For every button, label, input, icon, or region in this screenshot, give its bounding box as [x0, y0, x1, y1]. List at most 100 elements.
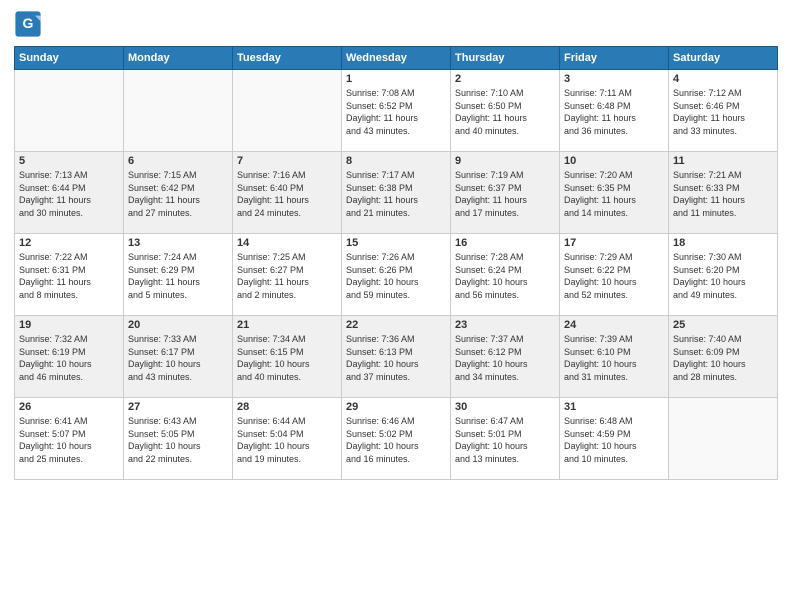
calendar-cell	[233, 70, 342, 152]
day-info: Sunrise: 7:21 AM Sunset: 6:33 PM Dayligh…	[673, 169, 773, 219]
day-info: Sunrise: 7:36 AM Sunset: 6:13 PM Dayligh…	[346, 333, 446, 383]
day-info: Sunrise: 6:48 AM Sunset: 4:59 PM Dayligh…	[564, 415, 664, 465]
calendar-cell: 3 Sunrise: 7:11 AM Sunset: 6:48 PM Daylig…	[560, 70, 669, 152]
day-number: 25	[673, 319, 773, 331]
calendar-cell: 14 Sunrise: 7:25 AM Sunset: 6:27 PM Dayli…	[233, 234, 342, 316]
day-number: 2	[455, 73, 555, 85]
calendar-week-4: 19Sunrise: 7:32 AM Sunset: 6:19 PM Dayli…	[15, 316, 778, 398]
calendar-cell: 4 Sunrise: 7:12 AM Sunset: 6:46 PM Daylig…	[669, 70, 778, 152]
day-info: Sunrise: 7:25 AM Sunset: 6:27 PM Dayligh…	[237, 251, 337, 301]
header: G	[14, 10, 778, 38]
day-number: 27	[128, 401, 228, 413]
day-number: 8	[346, 155, 446, 167]
day-info: Sunrise: 6:46 AM Sunset: 5:02 PM Dayligh…	[346, 415, 446, 465]
calendar-cell: 15 Sunrise: 7:26 AM Sunset: 6:26 PM Dayli…	[342, 234, 451, 316]
calendar-cell: 28Sunrise: 6:44 AM Sunset: 5:04 PM Dayli…	[233, 398, 342, 480]
day-info: Sunrise: 7:13 AM Sunset: 6:44 PM Dayligh…	[19, 169, 119, 219]
calendar-cell: 7 Sunrise: 7:16 AM Sunset: 6:40 PM Daylig…	[233, 152, 342, 234]
day-info: Sunrise: 7:33 AM Sunset: 6:17 PM Dayligh…	[128, 333, 228, 383]
day-number: 21	[237, 319, 337, 331]
calendar-header-row: SundayMondayTuesdayWednesdayThursdayFrid…	[15, 47, 778, 70]
day-number: 7	[237, 155, 337, 167]
day-number: 17	[564, 237, 664, 249]
day-info: Sunrise: 7:30 AM Sunset: 6:20 PM Dayligh…	[673, 251, 773, 301]
calendar-cell	[669, 398, 778, 480]
day-info: Sunrise: 7:19 AM Sunset: 6:37 PM Dayligh…	[455, 169, 555, 219]
day-number: 1	[346, 73, 446, 85]
day-number: 30	[455, 401, 555, 413]
calendar-cell: 22 Sunrise: 7:36 AM Sunset: 6:13 PM Dayli…	[342, 316, 451, 398]
calendar-cell: 31Sunrise: 6:48 AM Sunset: 4:59 PM Dayli…	[560, 398, 669, 480]
day-info: Sunrise: 7:10 AM Sunset: 6:50 PM Dayligh…	[455, 87, 555, 137]
calendar-cell: 10 Sunrise: 7:20 AM Sunset: 6:35 PM Dayli…	[560, 152, 669, 234]
calendar-week-1: 1Sunrise: 7:08 AM Sunset: 6:52 PM Daylig…	[15, 70, 778, 152]
calendar-cell: 30 Sunrise: 6:47 AM Sunset: 5:01 PM Dayli…	[451, 398, 560, 480]
day-info: Sunrise: 7:40 AM Sunset: 6:09 PM Dayligh…	[673, 333, 773, 383]
day-number: 29	[346, 401, 446, 413]
day-info: Sunrise: 7:37 AM Sunset: 6:12 PM Dayligh…	[455, 333, 555, 383]
day-number: 4	[673, 73, 773, 85]
calendar-week-5: 26 Sunrise: 6:41 AM Sunset: 5:07 PM Dayli…	[15, 398, 778, 480]
calendar-cell: 2 Sunrise: 7:10 AM Sunset: 6:50 PM Daylig…	[451, 70, 560, 152]
logo: G	[14, 10, 45, 38]
col-header-tuesday: Tuesday	[233, 47, 342, 70]
calendar-cell: 24Sunrise: 7:39 AM Sunset: 6:10 PM Dayli…	[560, 316, 669, 398]
day-info: Sunrise: 7:16 AM Sunset: 6:40 PM Dayligh…	[237, 169, 337, 219]
main-container: G SundayMondayTuesdayWednesdayThursdayFr…	[0, 0, 792, 612]
day-info: Sunrise: 6:43 AM Sunset: 5:05 PM Dayligh…	[128, 415, 228, 465]
col-header-saturday: Saturday	[669, 47, 778, 70]
day-info: Sunrise: 7:12 AM Sunset: 6:46 PM Dayligh…	[673, 87, 773, 137]
day-number: 3	[564, 73, 664, 85]
day-info: Sunrise: 7:28 AM Sunset: 6:24 PM Dayligh…	[455, 251, 555, 301]
calendar-cell: 19Sunrise: 7:32 AM Sunset: 6:19 PM Dayli…	[15, 316, 124, 398]
day-number: 11	[673, 155, 773, 167]
logo-icon: G	[14, 10, 42, 38]
calendar-cell: 29 Sunrise: 6:46 AM Sunset: 5:02 PM Dayli…	[342, 398, 451, 480]
day-number: 10	[564, 155, 664, 167]
day-info: Sunrise: 7:26 AM Sunset: 6:26 PM Dayligh…	[346, 251, 446, 301]
day-number: 22	[346, 319, 446, 331]
day-number: 14	[237, 237, 337, 249]
day-info: Sunrise: 7:22 AM Sunset: 6:31 PM Dayligh…	[19, 251, 119, 301]
day-info: Sunrise: 7:29 AM Sunset: 6:22 PM Dayligh…	[564, 251, 664, 301]
day-number: 24	[564, 319, 664, 331]
col-header-wednesday: Wednesday	[342, 47, 451, 70]
day-info: Sunrise: 7:32 AM Sunset: 6:19 PM Dayligh…	[19, 333, 119, 383]
day-number: 20	[128, 319, 228, 331]
calendar-cell: 26 Sunrise: 6:41 AM Sunset: 5:07 PM Dayli…	[15, 398, 124, 480]
day-number: 9	[455, 155, 555, 167]
day-number: 23	[455, 319, 555, 331]
day-info: Sunrise: 6:41 AM Sunset: 5:07 PM Dayligh…	[19, 415, 119, 465]
calendar-cell: 13Sunrise: 7:24 AM Sunset: 6:29 PM Dayli…	[124, 234, 233, 316]
day-info: Sunrise: 7:15 AM Sunset: 6:42 PM Dayligh…	[128, 169, 228, 219]
day-info: Sunrise: 7:20 AM Sunset: 6:35 PM Dayligh…	[564, 169, 664, 219]
day-info: Sunrise: 6:44 AM Sunset: 5:04 PM Dayligh…	[237, 415, 337, 465]
calendar-cell: 8Sunrise: 7:17 AM Sunset: 6:38 PM Daylig…	[342, 152, 451, 234]
day-info: Sunrise: 7:11 AM Sunset: 6:48 PM Dayligh…	[564, 87, 664, 137]
day-info: Sunrise: 6:47 AM Sunset: 5:01 PM Dayligh…	[455, 415, 555, 465]
calendar-cell: 23 Sunrise: 7:37 AM Sunset: 6:12 PM Dayli…	[451, 316, 560, 398]
day-number: 18	[673, 237, 773, 249]
calendar-cell: 27 Sunrise: 6:43 AM Sunset: 5:05 PM Dayli…	[124, 398, 233, 480]
calendar-cell	[124, 70, 233, 152]
col-header-friday: Friday	[560, 47, 669, 70]
day-number: 26	[19, 401, 119, 413]
day-number: 12	[19, 237, 119, 249]
calendar-table: SundayMondayTuesdayWednesdayThursdayFrid…	[14, 46, 778, 480]
day-number: 16	[455, 237, 555, 249]
day-info: Sunrise: 7:34 AM Sunset: 6:15 PM Dayligh…	[237, 333, 337, 383]
calendar-cell: 9 Sunrise: 7:19 AM Sunset: 6:37 PM Daylig…	[451, 152, 560, 234]
day-number: 15	[346, 237, 446, 249]
calendar-cell: 17 Sunrise: 7:29 AM Sunset: 6:22 PM Dayli…	[560, 234, 669, 316]
calendar-cell: 20 Sunrise: 7:33 AM Sunset: 6:17 PM Dayli…	[124, 316, 233, 398]
calendar-cell: 21 Sunrise: 7:34 AM Sunset: 6:15 PM Dayli…	[233, 316, 342, 398]
calendar-cell: 18 Sunrise: 7:30 AM Sunset: 6:20 PM Dayli…	[669, 234, 778, 316]
calendar-cell: 25 Sunrise: 7:40 AM Sunset: 6:09 PM Dayli…	[669, 316, 778, 398]
calendar-cell: 6 Sunrise: 7:15 AM Sunset: 6:42 PM Daylig…	[124, 152, 233, 234]
calendar-cell: 16 Sunrise: 7:28 AM Sunset: 6:24 PM Dayli…	[451, 234, 560, 316]
calendar-cell: 12 Sunrise: 7:22 AM Sunset: 6:31 PM Dayli…	[15, 234, 124, 316]
col-header-monday: Monday	[124, 47, 233, 70]
calendar-cell: 1Sunrise: 7:08 AM Sunset: 6:52 PM Daylig…	[342, 70, 451, 152]
day-number: 6	[128, 155, 228, 167]
calendar-cell	[15, 70, 124, 152]
